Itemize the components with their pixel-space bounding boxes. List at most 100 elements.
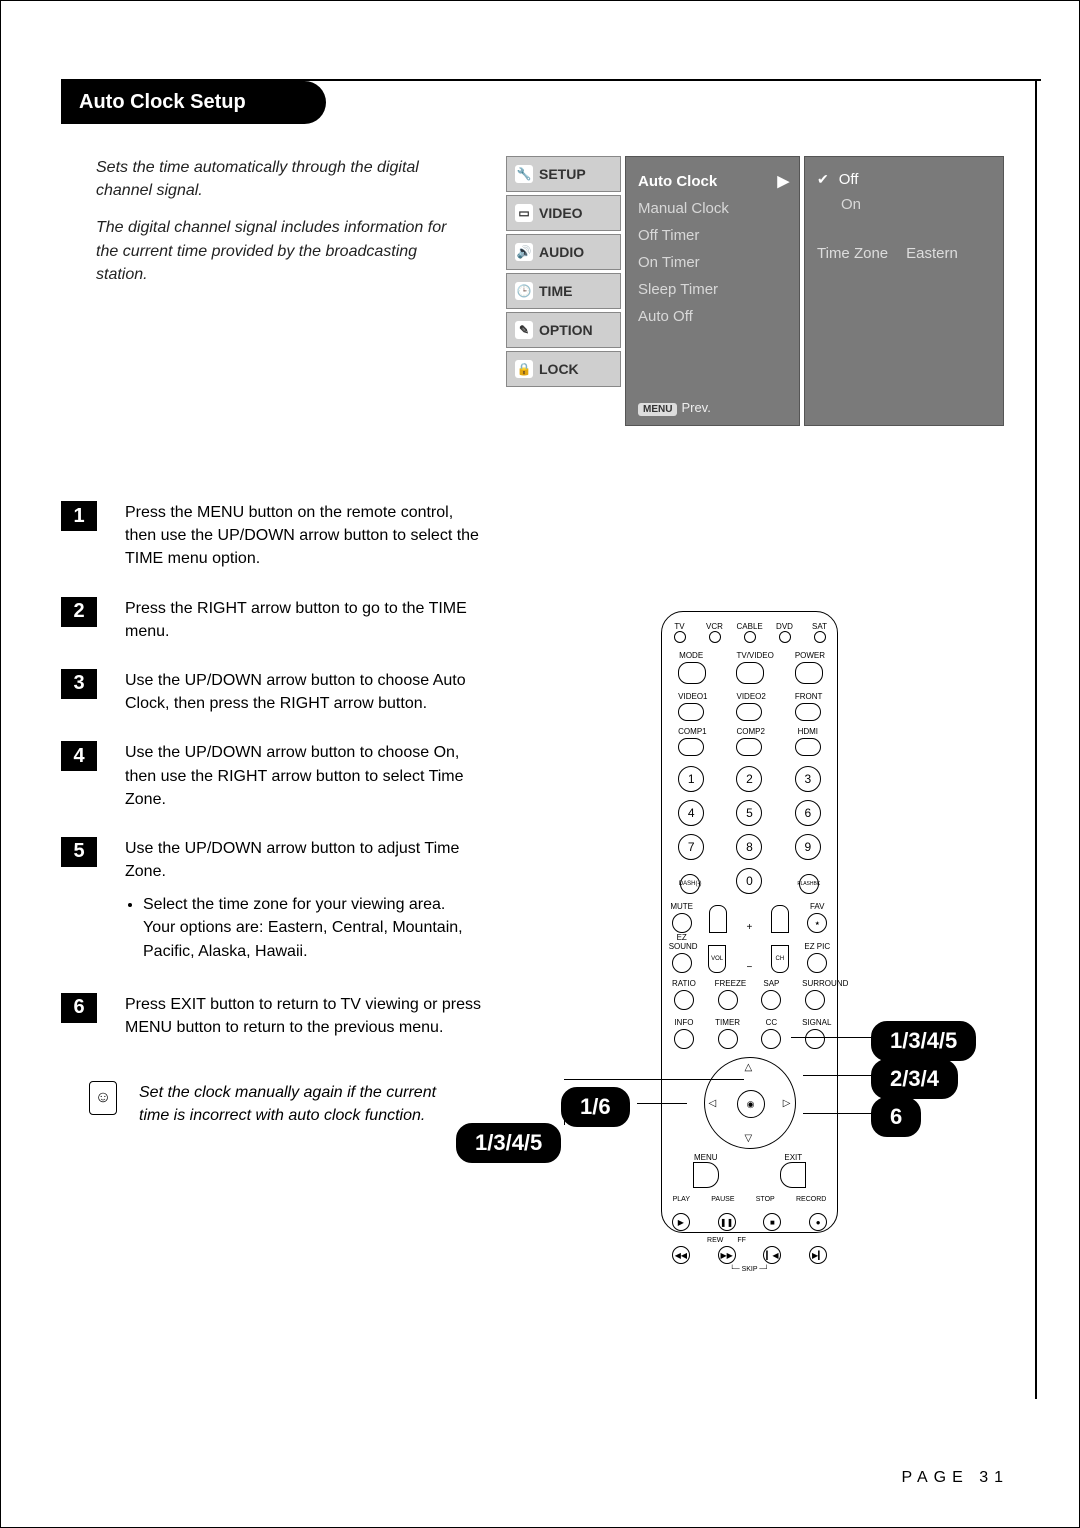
dash-button[interactable]: DASH(-)	[680, 874, 700, 894]
digit-7[interactable]: 7	[678, 834, 704, 860]
front-button[interactable]: FRONT	[795, 692, 821, 721]
callout-line	[803, 1113, 871, 1114]
exit-icon	[780, 1162, 806, 1188]
freeze-button[interactable]: FREEZE	[715, 979, 741, 1010]
signal-button[interactable]: SIGNAL	[802, 1018, 828, 1049]
led-icon	[779, 631, 791, 643]
exit-button[interactable]: EXIT	[780, 1153, 806, 1188]
fav-button[interactable]: FAV⭑	[804, 902, 830, 933]
oval-icon	[795, 738, 821, 756]
rew-button[interactable]: ◀◀	[672, 1246, 690, 1264]
step-text: Press the MENU button on the remote cont…	[125, 501, 481, 571]
hdmi-button[interactable]: HDMI	[795, 727, 821, 756]
skip-label: └─ SKIP ─┘	[662, 1266, 837, 1273]
btn-label: EXIT	[780, 1153, 806, 1162]
osd-menu: 🔧SETUP ▭VIDEO 🔊AUDIO 🕒TIME ✎OPTION 🔒LOCK…	[506, 156, 1004, 426]
sap-button[interactable]: SAP	[758, 979, 784, 1010]
ezsound-button[interactable]: EZ SOUND	[669, 933, 695, 973]
clock-icon: 🕒	[515, 282, 533, 300]
callout-line	[637, 1103, 687, 1104]
flashbk-button[interactable]: FLASHBK	[799, 874, 819, 894]
digit-2[interactable]: 2	[736, 766, 762, 792]
menu-exit-row: MENU EXIT	[662, 1153, 837, 1188]
step-1: 1 Press the MENU button on the remote co…	[61, 501, 481, 571]
digit-6[interactable]: 6	[795, 800, 821, 826]
comp1-button[interactable]: COMP1	[678, 727, 704, 756]
btn-label: SAP	[763, 979, 779, 988]
timer-button[interactable]: TIMER	[715, 1018, 741, 1049]
circle-icon	[674, 1029, 694, 1049]
transport-row: ▶ ❚❚ ■ ●	[662, 1211, 837, 1231]
btn-label: MODE	[679, 651, 703, 660]
option-label: Off	[839, 171, 859, 188]
digit-0[interactable]: 0	[736, 868, 762, 894]
power-button[interactable]: POWER	[795, 651, 821, 684]
vol-label: VOL	[708, 945, 726, 973]
osd-timezone-row: Time Zone Eastern	[817, 245, 991, 262]
tab-label: AUDIO	[539, 244, 584, 260]
ratio-button[interactable]: RATIO	[671, 979, 697, 1010]
mute-button[interactable]: MUTE	[669, 902, 695, 933]
btn-label: INFO	[674, 1018, 693, 1027]
skip-back-button[interactable]: ▎◀	[763, 1246, 781, 1264]
vol-rocker[interactable]	[708, 905, 728, 933]
callout-exit: 6	[871, 1097, 921, 1137]
tz-value: Eastern	[906, 245, 958, 262]
record-button[interactable]: ●	[809, 1213, 827, 1231]
tvvideo-button[interactable]: TV/VIDEO	[736, 651, 762, 684]
led-label: VCR	[706, 622, 723, 631]
digit-8[interactable]: 8	[736, 834, 762, 860]
ff-button[interactable]: ▶▶	[718, 1246, 736, 1264]
step-text: Use the UP/DOWN arrow button to adjust T…	[125, 837, 481, 967]
video1-button[interactable]: VIDEO1	[678, 692, 704, 721]
circle-icon	[805, 1029, 825, 1049]
surround-button[interactable]: SURROUND	[802, 979, 828, 1010]
ch-down[interactable]: CH	[771, 945, 791, 973]
ezpic-button[interactable]: EZ PIC	[804, 942, 830, 973]
vol-down[interactable]: VOL	[708, 945, 728, 973]
digit-1[interactable]: 1	[678, 766, 704, 792]
pause-button[interactable]: ❚❚	[718, 1213, 736, 1231]
osd-tab-time: 🕒TIME	[506, 273, 621, 309]
digit-5[interactable]: 5	[736, 800, 762, 826]
btn-label: HDMI	[798, 727, 818, 736]
osd-tab-audio: 🔊AUDIO	[506, 234, 621, 270]
digit-9[interactable]: 9	[795, 834, 821, 860]
digit-3[interactable]: 3	[795, 766, 821, 792]
digit-4[interactable]: 4	[678, 800, 704, 826]
menu-button[interactable]: MENU	[693, 1153, 719, 1188]
btn-label: EZ PIC	[804, 942, 830, 951]
oval-icon	[678, 662, 706, 684]
smile-icon: ☺	[89, 1081, 117, 1115]
cc-button[interactable]: CC	[758, 1018, 784, 1049]
ch-label: CH	[771, 945, 789, 973]
oval-icon	[795, 703, 821, 721]
info-button[interactable]: INFO	[671, 1018, 697, 1049]
skip-fwd-button[interactable]: ▶▎	[809, 1246, 827, 1264]
oval-icon	[678, 738, 704, 756]
btn-label: CC	[766, 1018, 778, 1027]
step-4: 4 Use the UP/DOWN arrow button to choose…	[61, 741, 481, 811]
step-5: 5 Use the UP/DOWN arrow button to adjust…	[61, 837, 481, 967]
ch-rocker[interactable]	[771, 905, 791, 933]
callout-navpad-down: 1/3/4/5	[456, 1123, 561, 1163]
play-button[interactable]: ▶	[672, 1213, 690, 1231]
tab-label: LOCK	[539, 361, 579, 377]
remote-control: TV VCR CABLE DVD SAT MODE TV/VIDEO POWER…	[661, 611, 838, 1233]
oval-icon	[795, 662, 823, 684]
video2-button[interactable]: VIDEO2	[736, 692, 762, 721]
osd-middle-list: Auto Clock▶ Manual Clock Off Timer On Ti…	[625, 156, 800, 426]
digit-row-1: 1 2 3	[662, 764, 837, 792]
mode-button[interactable]: MODE	[678, 651, 704, 684]
led-sat: SAT	[807, 622, 833, 643]
stop-button[interactable]: ■	[763, 1213, 781, 1231]
comp2-button[interactable]: COMP2	[736, 727, 762, 756]
remote-led-row: TV VCR CABLE DVD SAT	[662, 622, 837, 643]
mute-fav-row: MUTE + FAV⭑	[662, 902, 837, 933]
callout-line	[564, 1079, 744, 1080]
osd-right-panel: ✔Off On Time Zone Eastern	[804, 156, 1004, 426]
nav-up-icon: △	[745, 1062, 753, 1073]
nav-pad[interactable]: △ ▽ ◁ ▷ ◉	[704, 1057, 796, 1149]
rew-label: REW	[707, 1237, 723, 1244]
record-label: RECORD	[796, 1196, 826, 1203]
